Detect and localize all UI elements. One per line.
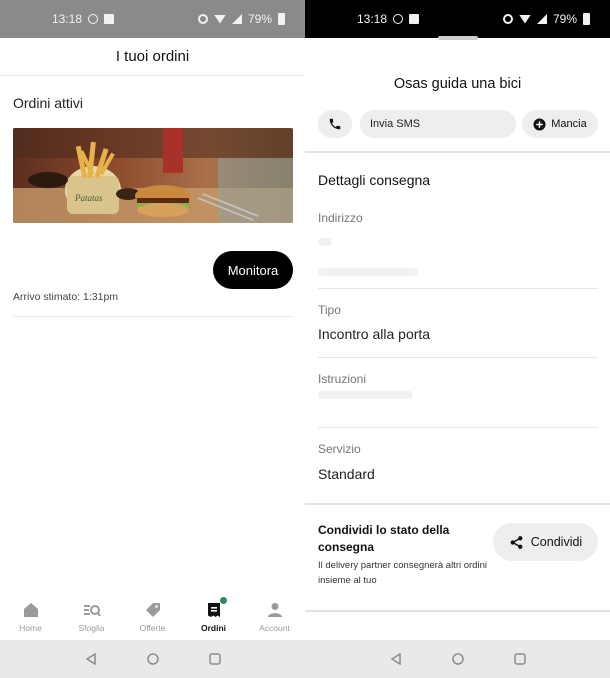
nav-item-offers[interactable]: Offerte xyxy=(123,600,183,633)
home-button[interactable] xyxy=(451,652,465,666)
address-redacted xyxy=(318,238,332,246)
recents-button[interactable] xyxy=(208,652,222,666)
wifi-icon xyxy=(213,14,226,24)
monitor-button[interactable]: Monitora xyxy=(213,251,293,289)
orders-header: I tuoi ordini xyxy=(0,38,305,76)
instructions-label: Istruzioni xyxy=(318,372,367,386)
service-value: Standard xyxy=(318,466,375,482)
sms-input[interactable]: Invia SMS xyxy=(360,110,516,138)
signal-icon xyxy=(536,14,547,24)
type-value: Incontro alla porta xyxy=(318,326,431,342)
share-button[interactable]: Condividi xyxy=(493,523,598,561)
battery-percent: 79% xyxy=(552,12,577,26)
back-triangle-icon xyxy=(85,653,96,665)
phone-icon xyxy=(329,118,341,130)
nav-label: Offerte xyxy=(139,623,166,633)
notification-dot xyxy=(219,597,227,604)
tag-icon xyxy=(145,603,160,617)
share-button-label: Condividi xyxy=(530,535,583,549)
battery-percent: 79% xyxy=(247,12,272,26)
status-time: 13:18 xyxy=(52,12,83,26)
system-nav-bar xyxy=(0,640,305,678)
gallery-icon xyxy=(104,14,115,24)
home-circle-icon xyxy=(146,653,159,665)
nav-label: Sfoglia xyxy=(78,623,105,633)
type-label: Tipo xyxy=(318,303,341,317)
recents-square-icon xyxy=(513,653,526,665)
nav-item-orders[interactable]: Ordini xyxy=(184,597,244,633)
system-nav-bar xyxy=(305,640,610,678)
section-divider xyxy=(305,151,610,153)
section-divider xyxy=(305,610,610,612)
divider xyxy=(318,288,598,289)
plus-circle-icon xyxy=(533,117,546,131)
divider xyxy=(318,427,598,428)
share-status-description: Il delivery partner consegnerà altri ord… xyxy=(318,560,487,586)
bottom-nav: Home Sfoglia Offerte Ordini Account xyxy=(0,594,305,640)
back-triangle-icon xyxy=(390,653,401,665)
nav-label: Home xyxy=(19,623,42,633)
recents-button[interactable] xyxy=(513,652,527,666)
delivery-details-title: Dettagli consegna xyxy=(318,172,431,188)
orders-screen: 13:18 79% I tuoi ordini Ordini attivi Pa… xyxy=(0,0,305,678)
status-bar: 13:18 79% xyxy=(0,0,305,38)
active-orders-title: Ordini attivi xyxy=(13,95,84,111)
service-label: Servizio xyxy=(318,442,361,456)
gallery-icon xyxy=(409,14,420,24)
sheet-drag-handle[interactable] xyxy=(438,36,478,40)
divider xyxy=(318,357,598,358)
section-divider xyxy=(305,503,610,505)
page-title: I tuoi ordini xyxy=(115,48,190,65)
home-button[interactable] xyxy=(146,652,160,666)
alarm-icon xyxy=(502,14,513,24)
tip-button-label: Mancia xyxy=(551,118,587,130)
alarm-icon xyxy=(197,14,208,24)
restaurant-image[interactable]: Patatas xyxy=(13,128,293,223)
home-circle-icon xyxy=(451,653,464,665)
wifi-icon xyxy=(518,14,531,24)
share-icon xyxy=(510,535,523,549)
browse-icon xyxy=(83,605,101,617)
back-button[interactable] xyxy=(84,652,98,666)
svg-text:Patatas: Patatas xyxy=(74,193,103,203)
recents-square-icon xyxy=(208,653,221,665)
battery-icon xyxy=(583,13,590,25)
food-photo: Patatas xyxy=(13,128,293,223)
nav-item-browse[interactable]: Sfoglia xyxy=(62,600,122,633)
signal-icon xyxy=(231,14,242,24)
call-button[interactable] xyxy=(318,110,352,138)
person-icon xyxy=(267,603,282,617)
estimated-arrival: Arrivo stimato: 1:31pm xyxy=(13,291,119,303)
nav-label: Account xyxy=(259,623,290,633)
status-time: 13:18 xyxy=(357,12,388,26)
instructions-redacted xyxy=(318,391,413,399)
back-button[interactable] xyxy=(389,652,403,666)
nav-item-home[interactable]: Home xyxy=(1,600,61,633)
address-redacted xyxy=(318,268,418,276)
nav-item-account[interactable]: Account xyxy=(245,600,305,633)
delivery-details-screen: 13:18 79% Osas guida una bici Invia SMS … xyxy=(305,0,610,678)
courier-title: Osas guida una bici xyxy=(393,76,522,92)
battery-icon xyxy=(278,13,285,25)
divider xyxy=(13,316,293,317)
home-icon xyxy=(23,603,38,617)
status-bar: 13:18 79% xyxy=(305,0,610,38)
share-status-title: Condividi lo stato della consegna xyxy=(318,523,450,554)
tip-button[interactable]: Mancia xyxy=(522,110,598,138)
instagram-icon xyxy=(88,14,99,24)
instagram-icon xyxy=(393,14,404,24)
nav-label: Ordini xyxy=(200,623,227,633)
address-label: Indirizzo xyxy=(318,211,363,225)
